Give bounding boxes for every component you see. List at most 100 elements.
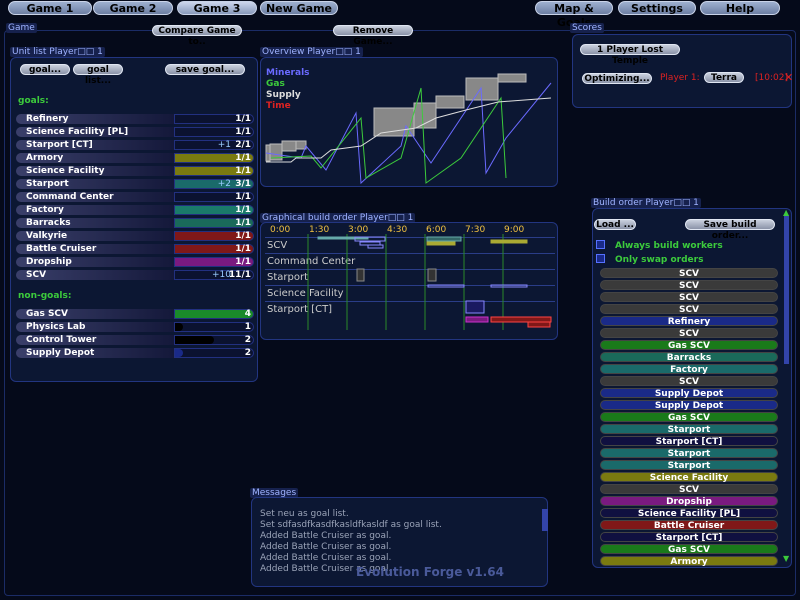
nongoal-bar: 4	[174, 309, 254, 319]
build-order-item[interactable]: Factory	[600, 364, 778, 375]
goal-count: 1/1	[235, 153, 251, 163]
save-build-order-button[interactable]: Save build order...	[685, 219, 775, 241]
build-order-item[interactable]: SCV	[600, 304, 778, 315]
goal-row[interactable]: Starport [CT] +1 2/1	[16, 140, 254, 150]
unit-list-title: Unit list Player□□ 1	[10, 47, 105, 57]
build-order-item[interactable]: Armory	[600, 556, 778, 567]
build-order-item[interactable]: Starport	[600, 460, 778, 471]
tab-game-2[interactable]: Game 2	[93, 1, 173, 15]
build-order-item[interactable]: Gas SCV	[600, 544, 778, 555]
goal-row[interactable]: Valkyrie 1/1	[16, 231, 254, 241]
goal-bar: 1/1	[174, 166, 254, 176]
scrollbar[interactable]: ▲ ▼	[783, 208, 790, 563]
build-order-item[interactable]: Science Facility	[600, 472, 778, 483]
build-order-item[interactable]: SCV	[600, 484, 778, 495]
only-swap-label: Only swap orders	[615, 255, 704, 265]
remove-game-button[interactable]: Remove Game...	[333, 25, 413, 47]
build-order-item[interactable]: SCV	[600, 376, 778, 387]
goal-bar: +10 11/1	[174, 270, 254, 280]
race-terra-button[interactable]: Terra	[704, 72, 744, 83]
build-order-item[interactable]: Gas SCV	[600, 412, 778, 423]
gbo-timeline	[307, 234, 552, 330]
goal-bar: 1/1	[174, 205, 254, 215]
goal-name: Refinery	[16, 114, 174, 124]
tab-map-goals[interactable]: Map & Goals	[535, 1, 613, 29]
build-order-item[interactable]: Starport [CT]	[600, 532, 778, 543]
goal-name: Factory	[16, 205, 174, 215]
only-swap-checkbox[interactable]	[596, 254, 605, 263]
build-order-item[interactable]: Refinery	[600, 316, 778, 327]
build-order-item[interactable]: SCV	[600, 268, 778, 279]
goal-row[interactable]: Command Center 1/1	[16, 192, 254, 202]
build-order-title: Build order Player□□ 1	[591, 198, 701, 208]
optimizing-button[interactable]: Optimizing...	[582, 73, 652, 84]
goal-row[interactable]: Dropship 1/1	[16, 257, 254, 267]
nongoal-row[interactable]: Physics Lab 1	[16, 322, 254, 332]
build-order-item[interactable]: Barracks	[600, 352, 778, 363]
build-order-item[interactable]: Gas SCV	[600, 340, 778, 351]
goal-row[interactable]: SCV +10 11/1	[16, 270, 254, 280]
build-order-item[interactable]: Supply Depot	[600, 400, 778, 411]
goal-row[interactable]: Starport +2 3/1	[16, 179, 254, 189]
build-order-item[interactable]: SCV	[600, 328, 778, 339]
close-icon[interactable]: ✕	[784, 71, 793, 84]
goal-extra: +2	[217, 179, 231, 189]
goal-count: 11/1	[228, 270, 251, 280]
overview-panel: Minerals Gas Supply Time	[260, 57, 558, 187]
save-goal-button[interactable]: save goal...	[165, 64, 245, 75]
build-order-item[interactable]: Starport	[600, 448, 778, 459]
tab-game-1[interactable]: Game 1	[8, 1, 92, 15]
build-order-item[interactable]: Science Facility [PL]	[600, 508, 778, 519]
goal-row[interactable]: Armory 1/1	[16, 153, 254, 163]
goal-bar: 1/1	[174, 153, 254, 163]
nongoal-bar: 2	[174, 335, 254, 345]
message-line: Added Battle Cruiser as goal.	[260, 531, 392, 541]
goal-row[interactable]: Refinery 1/1	[16, 114, 254, 124]
tab-help[interactable]: Help	[700, 1, 780, 15]
nongoal-bar: 2	[174, 348, 254, 358]
messages-scroll-thumb[interactable]	[542, 509, 548, 531]
compare-game-button[interactable]: Compare Game to..	[152, 25, 242, 47]
always-workers-checkbox[interactable]	[596, 240, 605, 249]
nongoal-row[interactable]: Gas SCV 4	[16, 309, 254, 319]
goal-row[interactable]: Science Facility 1/1	[16, 166, 254, 176]
goal-count: 1/1	[235, 257, 251, 267]
build-order-item[interactable]: Starport [CT]	[600, 436, 778, 447]
version-label: Evolution Forge v1.64	[356, 565, 504, 579]
scroll-down-icon[interactable]: ▼	[783, 554, 789, 563]
goal-name: Battle Cruiser	[16, 244, 174, 254]
legend-supply: Supply	[266, 90, 301, 100]
goal-count: 1/1	[235, 114, 251, 124]
goal-count: 1/1	[235, 192, 251, 202]
tab-new-game[interactable]: New Game	[260, 1, 338, 15]
build-order-item[interactable]: Starport	[600, 424, 778, 435]
goal-extra: +1	[217, 140, 231, 150]
nongoal-count: 1	[244, 322, 251, 332]
build-order-item[interactable]: Supply Depot	[600, 388, 778, 399]
goal-row[interactable]: Factory 1/1	[16, 205, 254, 215]
tab-settings[interactable]: Settings	[618, 1, 696, 15]
build-order-item[interactable]: Dropship	[600, 496, 778, 507]
goal-name: Armory	[16, 153, 174, 163]
goal-row[interactable]: Barracks 1/1	[16, 218, 254, 228]
nongoal-row[interactable]: Supply Depot 2	[16, 348, 254, 358]
nongoal-row[interactable]: Control Tower 2	[16, 335, 254, 345]
build-order-item[interactable]: Battle Cruiser	[600, 520, 778, 531]
build-order-item[interactable]: SCV	[600, 280, 778, 291]
goal-row[interactable]: Battle Cruiser 1/1	[16, 244, 254, 254]
nongoal-count: 4	[244, 309, 251, 319]
goal-button[interactable]: goal...	[20, 64, 70, 75]
player-label: Player 1:	[660, 73, 700, 83]
nongoal-count: 2	[244, 348, 251, 358]
load-button[interactable]: Load ...	[594, 219, 636, 230]
tab-game-3[interactable]: Game 3	[177, 1, 257, 15]
goal-bar: 1/1	[174, 231, 254, 241]
goal-bar: 1/1	[174, 192, 254, 202]
goal-list-button[interactable]: goal list...	[73, 64, 123, 86]
goal-row[interactable]: Science Facility [PL] 1/1	[16, 127, 254, 137]
goal-name: Valkyrie	[16, 231, 174, 241]
nongoal-name: Supply Depot	[16, 348, 174, 358]
build-order-item[interactable]: SCV	[600, 292, 778, 303]
scroll-thumb[interactable]	[784, 216, 789, 364]
nongoal-bar-fill	[175, 336, 214, 344]
